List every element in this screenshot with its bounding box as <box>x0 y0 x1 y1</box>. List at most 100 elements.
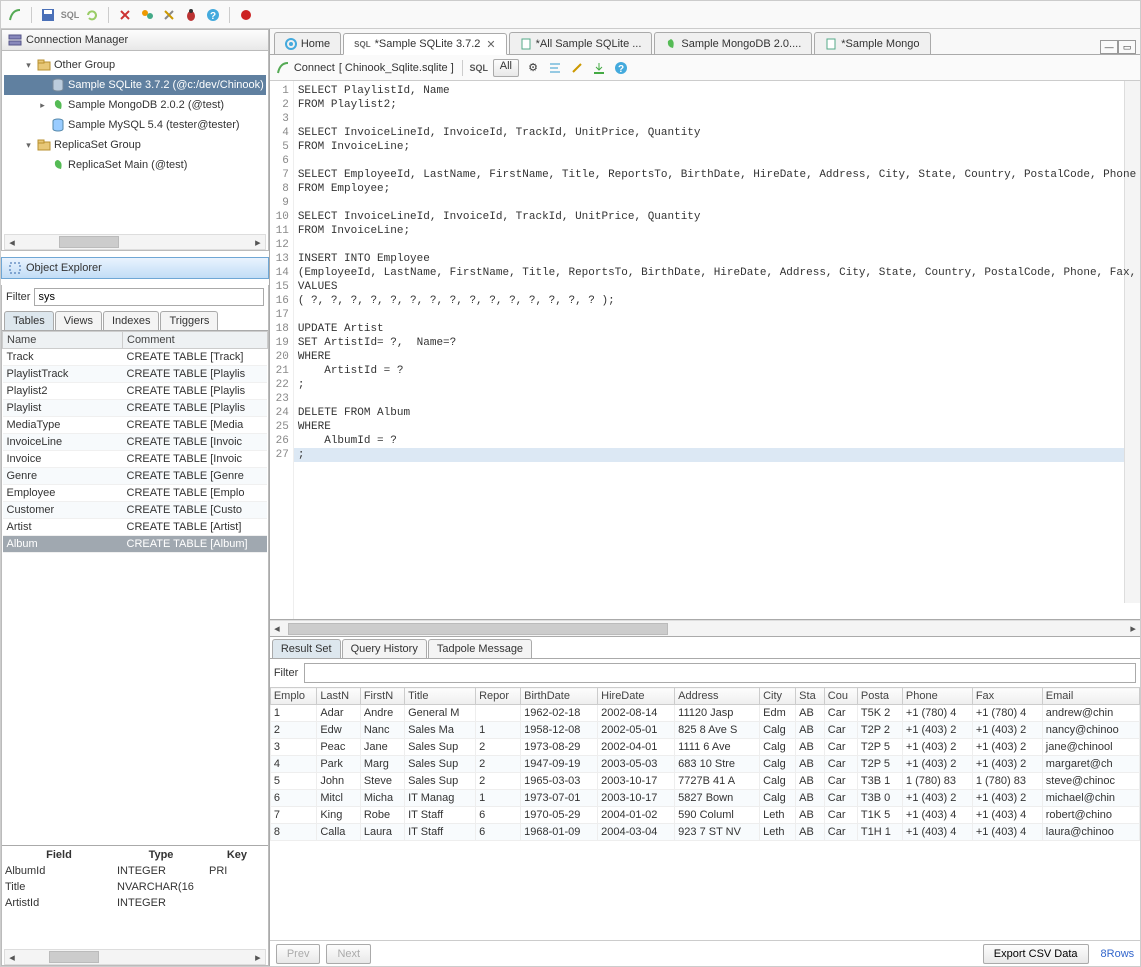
tree-item[interactable]: ▾Other Group <box>4 55 266 75</box>
col-header[interactable]: Repor <box>476 688 521 705</box>
help-icon[interactable]: ? <box>613 60 629 76</box>
next-button[interactable]: Next <box>326 944 371 964</box>
run-all-button[interactable]: All <box>493 59 519 77</box>
table-row[interactable]: GenreCREATE TABLE [Genre <box>3 468 268 485</box>
table-row[interactable]: ArtistCREATE TABLE [Artist] <box>3 519 268 536</box>
editor-tab[interactable]: Sample MongoDB 2.0.... <box>654 32 812 54</box>
tab-views[interactable]: Views <box>55 311 102 330</box>
gear-icon[interactable]: ⚙ <box>525 60 541 76</box>
minimize-icon[interactable]: — <box>1100 40 1118 54</box>
table-row[interactable]: CustomerCREATE TABLE [Custo <box>3 502 268 519</box>
refresh-icon[interactable] <box>84 7 100 23</box>
col-header[interactable]: LastN <box>317 688 361 705</box>
col-header[interactable]: Sta <box>796 688 825 705</box>
h-scrollbar[interactable]: ◂▸ <box>4 234 266 250</box>
format-icon[interactable] <box>547 60 563 76</box>
help-icon[interactable]: ? <box>205 7 221 23</box>
table-row[interactable]: InvoiceCREATE TABLE [Invoic <box>3 451 268 468</box>
col-header[interactable]: Posta <box>857 688 902 705</box>
prev-button[interactable]: Prev <box>276 944 321 964</box>
col-header[interactable]: Phone <box>902 688 972 705</box>
table-row[interactable]: AlbumCREATE TABLE [Album] <box>3 536 268 553</box>
tab-tables[interactable]: Tables <box>4 311 54 330</box>
result-tab[interactable]: Result Set <box>272 639 341 658</box>
col-header[interactable]: Field <box>4 848 114 862</box>
table-row[interactable]: PlaylistCREATE TABLE [Playlis <box>3 400 268 417</box>
table-row[interactable]: MediaTypeCREATE TABLE [Media <box>3 417 268 434</box>
result-panel: Result SetQuery HistoryTadpole Message F… <box>270 636 1140 966</box>
editor-tab[interactable]: *Sample Mongo <box>814 32 930 54</box>
col-header[interactable]: Email <box>1042 688 1139 705</box>
col-header[interactable]: Key <box>208 848 266 862</box>
tab-indexes[interactable]: Indexes <box>103 311 160 330</box>
result-row[interactable]: 3PeacJaneSales Sup21973-08-292002-04-011… <box>270 739 1139 756</box>
result-tab[interactable]: Tadpole Message <box>428 639 532 658</box>
col-header[interactable]: Comment <box>123 332 268 349</box>
col-header[interactable]: City <box>760 688 796 705</box>
bug-icon[interactable] <box>183 7 199 23</box>
users-icon[interactable] <box>139 7 155 23</box>
record-icon[interactable] <box>238 7 254 23</box>
col-header[interactable]: Name <box>3 332 123 349</box>
result-tab[interactable]: Query History <box>342 639 427 658</box>
tables-grid[interactable]: NameCommentTrackCREATE TABLE [Track]Play… <box>2 331 268 845</box>
result-row[interactable]: 7KingRobeIT Staff61970-05-292004-01-0259… <box>270 807 1139 824</box>
col-header[interactable]: Title <box>405 688 476 705</box>
col-header[interactable]: Address <box>675 688 760 705</box>
save-icon[interactable] <box>40 7 56 23</box>
connection-tree: ▾Other Group Sample SQLite 3.7.2 (@c:/de… <box>1 51 269 251</box>
filter-input[interactable] <box>34 288 263 306</box>
settings-icon[interactable] <box>161 7 177 23</box>
sql-icon[interactable]: SQL <box>471 60 487 76</box>
col-header[interactable]: Cou <box>824 688 857 705</box>
tree-item[interactable]: ▸Sample MongoDB 2.0.2 (@test) <box>4 95 266 115</box>
result-row[interactable]: 5JohnSteveSales Sup21965-03-032003-10-17… <box>270 773 1139 790</box>
panel-icon <box>8 33 22 47</box>
col-header[interactable]: Type <box>116 848 206 862</box>
h-scrollbar[interactable]: ◂▸ <box>4 949 266 965</box>
table-row[interactable]: Playlist2CREATE TABLE [Playlis <box>3 383 268 400</box>
wand-icon[interactable] <box>569 60 585 76</box>
connect-icon[interactable] <box>7 7 23 23</box>
app-root: SQL ? Connection Manager ▾Other Group Sa… <box>0 0 1141 967</box>
col-header[interactable]: Emplo <box>270 688 316 705</box>
table-row[interactable]: TitleNVARCHAR(16 <box>4 880 266 894</box>
tools-icon[interactable] <box>117 7 133 23</box>
result-row[interactable]: 6MitclMichaIT Manag11973-07-012003-10-17… <box>270 790 1139 807</box>
result-grid[interactable]: EmploLastNFirstNTitleReporBirthDateHireD… <box>270 687 1140 940</box>
tree-item[interactable]: Sample MySQL 5.4 (tester@tester) <box>4 115 266 135</box>
table-row[interactable]: AlbumIdINTEGERPRI <box>4 864 266 878</box>
table-row[interactable]: ArtistIdINTEGER <box>4 896 266 910</box>
col-header[interactable]: Fax <box>972 688 1042 705</box>
editor-tab[interactable]: Home <box>274 32 341 54</box>
tree-item[interactable]: ▾ReplicaSet Group <box>4 135 266 155</box>
col-header[interactable]: FirstN <box>360 688 404 705</box>
col-header[interactable]: BirthDate <box>521 688 598 705</box>
editor-tab[interactable]: SQL*Sample SQLite 3.7.2✕ <box>343 33 506 55</box>
table-row[interactable]: PlaylistTrackCREATE TABLE [Playlis <box>3 366 268 383</box>
result-row[interactable]: 2EdwNancSales Ma11958-12-082002-05-01825… <box>270 722 1139 739</box>
editor-tab[interactable]: *All Sample SQLite ... <box>509 32 653 54</box>
connect-action[interactable]: Connect [ Chinook_Sqlite.sqlite ] <box>276 61 454 75</box>
result-row[interactable]: 1AdarAndreGeneral M1962-02-182002-08-141… <box>270 705 1139 722</box>
columns-grid[interactable]: FieldTypeKey AlbumIdINTEGERPRI TitleNVARCH… <box>2 845 268 965</box>
result-row[interactable]: 8CallaLauraIT Staff61968-01-092004-03-04… <box>270 824 1139 841</box>
table-row[interactable]: InvoiceLineCREATE TABLE [Invoic <box>3 434 268 451</box>
download-icon[interactable] <box>591 60 607 76</box>
table-row[interactable]: TrackCREATE TABLE [Track] <box>3 349 268 366</box>
sql-editor[interactable]: 1234567891011121314151617181920212223242… <box>270 81 1140 620</box>
result-row[interactable]: 4ParkMargSales Sup21947-09-192003-05-036… <box>270 756 1139 773</box>
maximize-icon[interactable]: ▭ <box>1118 40 1136 54</box>
tab-triggers[interactable]: Triggers <box>160 311 218 330</box>
editor-tabs: HomeSQL*Sample SQLite 3.7.2✕*All Sample … <box>270 29 1140 55</box>
sql-text-icon[interactable]: SQL <box>62 7 78 23</box>
table-row[interactable]: EmployeeCREATE TABLE [Emplo <box>3 485 268 502</box>
editor-h-scrollbar[interactable]: ◂▸ <box>270 620 1140 636</box>
connection-manager-label: Connection Manager <box>26 34 128 46</box>
export-csv-button[interactable]: Export CSV Data <box>983 944 1089 964</box>
result-filter-input[interactable] <box>304 663 1136 683</box>
close-icon[interactable]: ✕ <box>486 38 495 51</box>
tree-item[interactable]: Sample SQLite 3.7.2 (@c:/dev/Chinook) <box>4 75 266 95</box>
tree-item[interactable]: ReplicaSet Main (@test) <box>4 155 266 175</box>
col-header[interactable]: HireDate <box>598 688 675 705</box>
